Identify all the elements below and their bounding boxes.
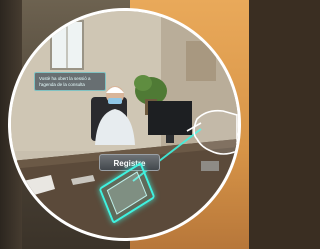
ar-message-text: Vostè ha obert la sessió a l'agenda de l… <box>39 76 91 87</box>
virtual-hand-icon <box>189 109 237 157</box>
ar-lens-view: Vostè ha obert la sessió a l'agenda de l… <box>8 8 241 241</box>
screenshot-frame: Vostè ha obert la sessió a l'agenda de l… <box>0 0 249 249</box>
ar-message-bubble: Vostè ha obert la sessió a l'agenda de l… <box>34 72 106 91</box>
